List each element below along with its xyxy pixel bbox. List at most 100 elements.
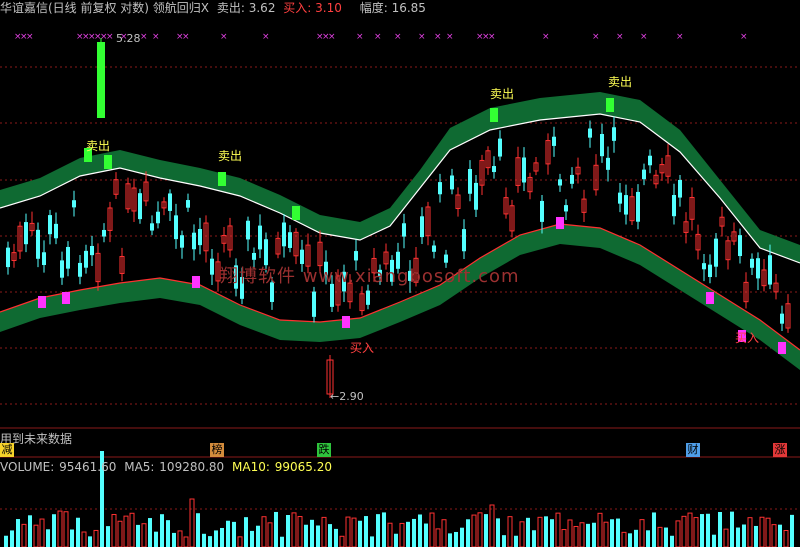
volume-bar xyxy=(226,520,230,547)
cross-marker: × xyxy=(616,32,624,42)
candle-body xyxy=(24,222,28,245)
cross-marker: × xyxy=(220,32,228,42)
cross-marker: × xyxy=(676,32,684,42)
volume-bar xyxy=(351,517,357,547)
volume-bar xyxy=(16,519,20,547)
volume-bar xyxy=(196,513,200,547)
candle-body xyxy=(198,229,202,246)
candle-body xyxy=(48,215,52,235)
candle-body xyxy=(678,179,682,198)
candle-body xyxy=(288,232,292,248)
volume-bar xyxy=(628,533,632,547)
volume-bar xyxy=(334,528,338,547)
volume-bar xyxy=(81,531,87,547)
volume-bar xyxy=(256,525,260,547)
volume-bar xyxy=(544,516,548,547)
volume-bar xyxy=(274,511,278,547)
sell-label: 卖出 xyxy=(608,75,632,89)
range-label: 幅度: xyxy=(359,1,388,15)
volume-bar xyxy=(664,527,668,547)
volume-bar xyxy=(141,523,147,547)
buy-signal-box xyxy=(706,292,714,304)
candle-body xyxy=(714,238,718,267)
volume-bar xyxy=(687,512,693,547)
candle-body xyxy=(474,182,478,210)
volume-bar xyxy=(603,521,609,547)
candle-body xyxy=(186,200,190,208)
volume-bar xyxy=(675,520,681,547)
volume-bar xyxy=(202,533,206,547)
volume-bar xyxy=(778,524,782,547)
candle-body xyxy=(624,195,628,215)
candle-body xyxy=(672,195,676,217)
volume-bar xyxy=(747,517,753,547)
candle-body xyxy=(570,174,574,184)
volume-bar xyxy=(117,520,123,547)
buy-signal-box xyxy=(556,217,564,229)
volume-bar xyxy=(561,529,567,547)
candle-body xyxy=(252,252,256,260)
volume-bar xyxy=(220,527,224,547)
candle-body xyxy=(42,252,46,266)
volume-bar xyxy=(537,516,543,547)
volume-bar xyxy=(261,516,267,547)
volume-bar xyxy=(477,512,483,547)
volume-bar xyxy=(189,498,195,547)
volume-bar xyxy=(237,536,243,547)
volume-bar xyxy=(382,512,386,547)
buy-signal-box xyxy=(342,316,350,328)
volume-bar xyxy=(646,530,650,547)
sell-signal-box xyxy=(606,98,614,112)
cross-marker: × xyxy=(152,32,160,42)
ma10-value: 99065.20 xyxy=(274,460,332,474)
candle-body xyxy=(312,291,316,317)
cross-marker: × xyxy=(26,32,34,42)
ma10-label: MA10: xyxy=(232,460,270,474)
candle-body xyxy=(462,229,466,252)
volume-bar xyxy=(57,510,63,547)
volume-bar xyxy=(364,516,368,547)
volume-bar xyxy=(412,518,416,547)
ma5-label: MA5: xyxy=(124,460,155,474)
volume-bar xyxy=(783,530,789,547)
volume-bar xyxy=(700,514,704,547)
volume-bar xyxy=(4,535,8,547)
volume-bar xyxy=(28,515,32,547)
candle-body xyxy=(282,222,286,247)
candle-body xyxy=(192,232,196,250)
volume-bar xyxy=(550,519,554,547)
sell-value: 3.62 xyxy=(248,1,276,15)
candle-body xyxy=(492,166,496,173)
volume-bar xyxy=(232,521,236,547)
low-price-label: ←2.90 xyxy=(330,390,364,403)
candle-body xyxy=(702,263,706,270)
sell-label: 卖出 xyxy=(218,149,242,163)
cross-marker: × xyxy=(418,32,426,42)
volume-bar xyxy=(310,519,314,547)
volume-bar xyxy=(424,523,428,547)
sell-label: 卖出: xyxy=(216,1,245,15)
volume-bar xyxy=(286,514,290,547)
volume-bar xyxy=(387,522,393,547)
candle-body xyxy=(750,258,754,268)
candle-body xyxy=(636,191,640,222)
volume-bar xyxy=(166,520,170,547)
volume-bar xyxy=(634,529,638,547)
volume-bar xyxy=(736,527,740,547)
candle-body xyxy=(564,205,568,212)
cross-marker: × xyxy=(640,32,648,42)
volume-bar xyxy=(532,530,536,547)
volume-bar xyxy=(244,517,248,547)
volume-bar xyxy=(280,536,284,547)
volume-bar xyxy=(418,514,422,547)
volume-bar xyxy=(514,535,518,547)
cross-marker: × xyxy=(434,32,442,42)
sell-label: 卖出 xyxy=(86,139,110,153)
volume-bar xyxy=(670,535,674,547)
cross-marker: × xyxy=(262,32,270,42)
cross-marker: × xyxy=(488,32,496,42)
sell-signal-box xyxy=(490,108,498,122)
cross-marker: × xyxy=(374,32,382,42)
volume-bar xyxy=(46,529,50,547)
chart-header: 华谊嘉信(日线 前复权 对数) 领航回归X 卖出: 3.62 买入: 3.10 … xyxy=(0,0,430,16)
